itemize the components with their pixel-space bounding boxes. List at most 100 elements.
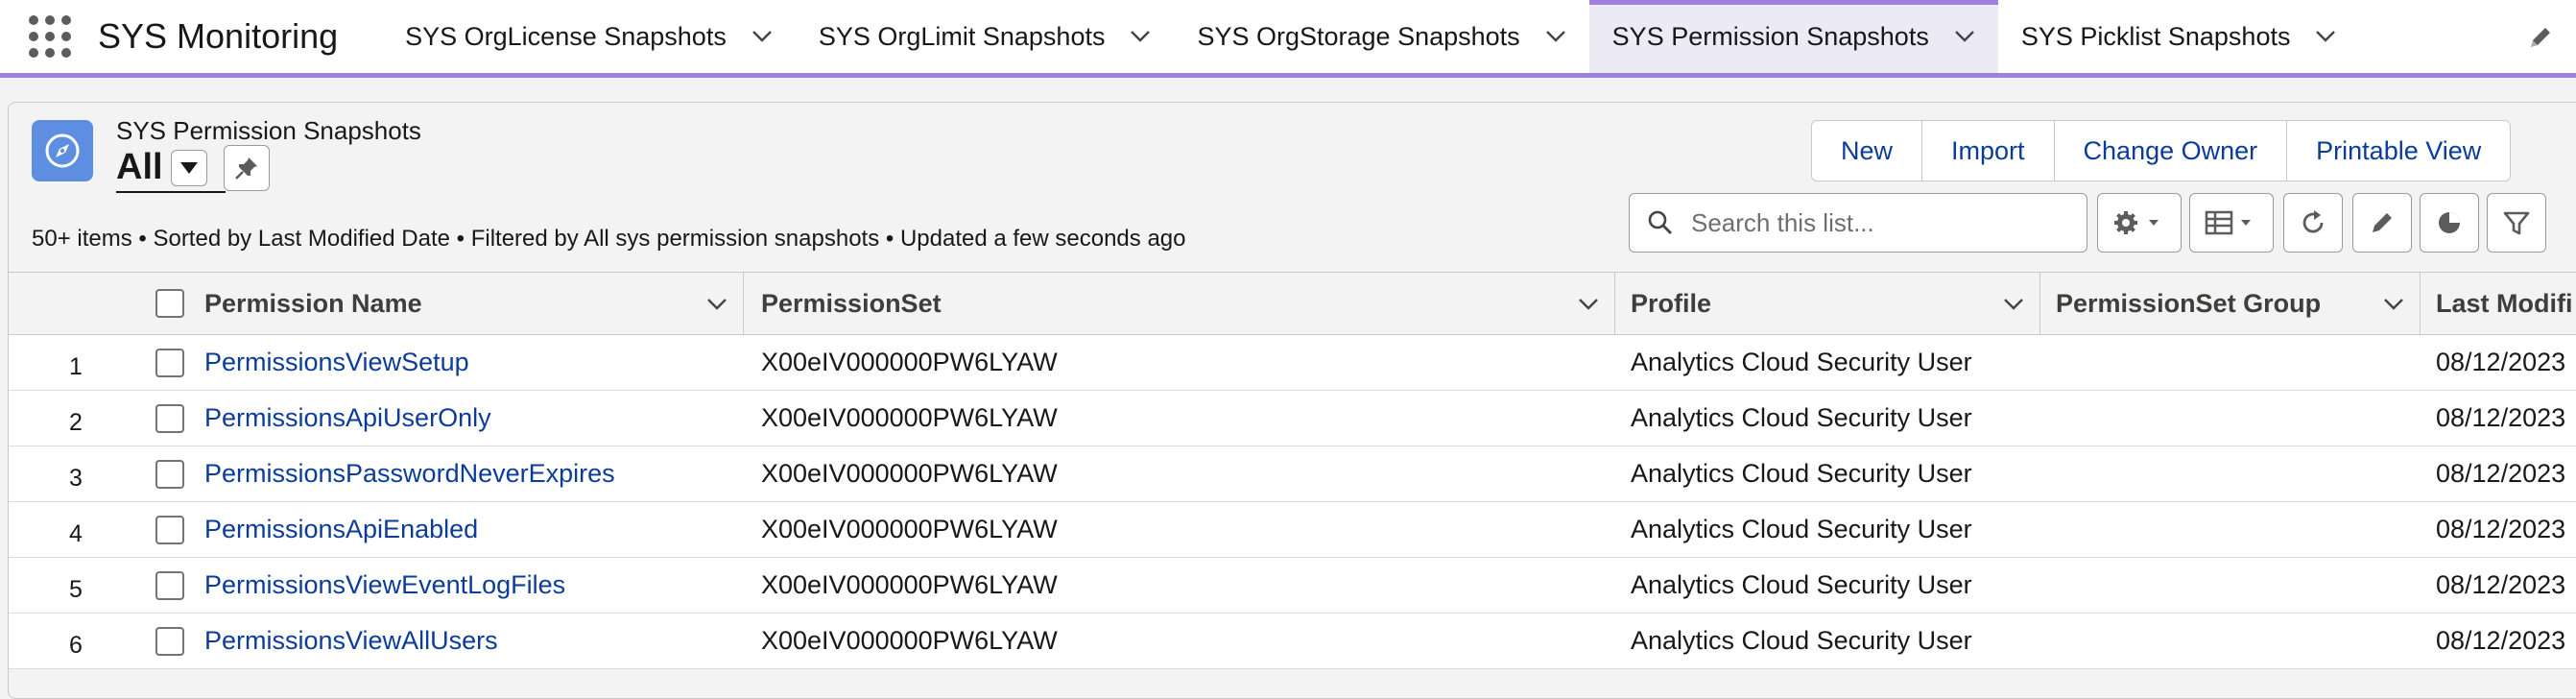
list-view-card: SYS Permission Snapshots All New Import …	[8, 102, 2576, 699]
import-button[interactable]: Import	[1921, 121, 2054, 181]
table-row[interactable]: 4 PermissionsApiEnabled X00eIV000000PW6L…	[9, 502, 2576, 558]
chevron-down-icon[interactable]	[1576, 292, 1601, 317]
records-table: Permission Name PermissionSet Profile Pe…	[9, 272, 2576, 669]
tab-orglicense-snapshots[interactable]: SYS OrgLicense Snapshots	[382, 0, 796, 73]
chevron-down-icon[interactable]	[2381, 292, 2406, 317]
row-checkbox[interactable]	[155, 570, 184, 600]
view-name-underline	[116, 191, 226, 193]
chevron-down-icon[interactable]	[1952, 24, 1977, 49]
permissionset-group-cell	[2040, 335, 2421, 390]
record-link[interactable]: PermissionsPasswordNeverExpires	[204, 459, 615, 489]
search-input[interactable]	[1689, 206, 2077, 239]
row-number: 6	[69, 632, 83, 659]
record-link[interactable]: PermissionsApiUserOnly	[204, 403, 491, 433]
permission-name-cell: PermissionsPasswordNeverExpires	[197, 446, 744, 501]
list-view-name[interactable]: All	[116, 147, 163, 188]
tab-label: SYS OrgLimit Snapshots	[818, 21, 1106, 51]
triangle-down-icon	[179, 161, 198, 174]
chevron-down-icon[interactable]	[750, 24, 775, 49]
record-link[interactable]: PermissionsViewSetup	[204, 348, 469, 377]
table-row[interactable]: 5 PermissionsViewEventLogFiles X00eIV000…	[9, 558, 2576, 614]
last-modified-cell: 08/12/2023	[2436, 348, 2566, 376]
column-header-last-modified[interactable]: Last Modifi	[2421, 273, 2576, 334]
charts-button[interactable]	[2420, 193, 2479, 253]
profile-cell: Analytics Cloud Security User	[1631, 459, 1972, 488]
list-view-selector[interactable]: All	[116, 147, 207, 188]
chevron-down-icon[interactable]	[1128, 24, 1153, 49]
row-select-cell	[143, 502, 197, 557]
row-checkbox[interactable]	[155, 515, 184, 544]
chevron-down-icon[interactable]	[1543, 24, 1568, 49]
tab-orglimit-snapshots[interactable]: SYS OrgLimit Snapshots	[796, 0, 1175, 73]
new-button[interactable]: New	[1812, 121, 1921, 181]
table-row[interactable]: 1 PermissionsViewSetup X00eIV000000PW6LY…	[9, 335, 2576, 391]
printable-view-button[interactable]: Printable View	[2286, 121, 2510, 181]
list-settings-button[interactable]	[2097, 193, 2182, 253]
permissionset-cell: X00eIV000000PW6LYAW	[761, 348, 1058, 376]
edit-nav-icon[interactable]	[2524, 21, 2557, 54]
tab-permission-snapshots[interactable]: SYS Permission Snapshots	[1588, 0, 1999, 73]
tab-label: SYS Permission Snapshots	[1611, 21, 1929, 51]
last-modified-cell: 08/12/2023	[2436, 626, 2566, 655]
pencil-icon	[2373, 213, 2392, 232]
row-checkbox[interactable]	[155, 403, 184, 433]
profile-cell: Analytics Cloud Security User	[1631, 626, 1972, 655]
column-header-permissionset-group[interactable]: PermissionSet Group	[2040, 273, 2421, 334]
permissionset-cell: X00eIV000000PW6LYAW	[761, 459, 1058, 488]
table-header: Permission Name PermissionSet Profile Pe…	[9, 273, 2576, 335]
list-view-dropdown-button[interactable]	[170, 149, 207, 186]
last-modified-cell: 08/12/2023	[2436, 459, 2566, 488]
record-link[interactable]: PermissionsViewAllUsers	[204, 626, 498, 656]
profile-cell: Analytics Cloud Security User	[1631, 515, 1972, 543]
app-name: SYS Monitoring	[98, 16, 339, 56]
row-number-header	[9, 273, 143, 334]
row-checkbox[interactable]	[155, 348, 184, 377]
tab-orgstorage-snapshots[interactable]: SYS OrgStorage Snapshots	[1174, 0, 1588, 73]
last-modified-cell: 08/12/2023	[2436, 515, 2566, 543]
profile-cell: Analytics Cloud Security User	[1631, 403, 1972, 432]
chart-icon	[2439, 212, 2460, 233]
row-checkbox[interactable]	[155, 626, 184, 656]
row-number: 5	[69, 576, 83, 603]
tab-label: SYS OrgStorage Snapshots	[1197, 21, 1520, 51]
select-all-checkbox[interactable]	[155, 289, 184, 318]
column-header-permission-name[interactable]: Permission Name	[197, 273, 744, 334]
chevron-down-icon[interactable]	[704, 292, 729, 317]
permissionset-group-cell	[2040, 446, 2421, 501]
row-select-cell	[143, 558, 197, 613]
column-label: Permission Name	[204, 288, 422, 318]
permission-name-cell: PermissionsApiUserOnly	[197, 391, 744, 446]
row-select-cell	[143, 335, 197, 390]
filters-button[interactable]	[2487, 193, 2546, 253]
gear-icon	[2114, 211, 2159, 234]
permissionset-cell: X00eIV000000PW6LYAW	[761, 626, 1058, 655]
refresh-button[interactable]	[2283, 193, 2343, 253]
row-select-cell	[143, 446, 197, 501]
record-link[interactable]: PermissionsViewEventLogFiles	[204, 570, 565, 600]
column-header-profile[interactable]: Profile	[1615, 273, 2040, 334]
record-link[interactable]: PermissionsApiEnabled	[204, 515, 478, 544]
last-modified-cell: 08/12/2023	[2436, 403, 2566, 432]
profile-cell: Analytics Cloud Security User	[1631, 570, 1972, 599]
column-label: PermissionSet	[761, 288, 942, 318]
display-as-table-button[interactable]	[2189, 193, 2274, 253]
change-owner-button[interactable]: Change Owner	[2053, 121, 2287, 181]
chevron-down-icon[interactable]	[2001, 292, 2026, 317]
inline-edit-button[interactable]	[2352, 193, 2412, 253]
object-label: SYS Permission Snapshots	[116, 116, 421, 145]
table-row[interactable]: 3 PermissionsPasswordNeverExpires X00eIV…	[9, 446, 2576, 502]
app-launcher-icon[interactable]	[29, 15, 71, 58]
pin-list-view-button[interactable]	[224, 145, 270, 191]
chevron-down-icon[interactable]	[2313, 24, 2338, 49]
column-header-permissionset[interactable]: PermissionSet	[744, 273, 1615, 334]
table-row[interactable]: 6 PermissionsViewAllUsers X00eIV000000PW…	[9, 614, 2576, 669]
row-select-cell	[143, 614, 197, 668]
table-row[interactable]: 2 PermissionsApiUserOnly X00eIV000000PW6…	[9, 391, 2576, 446]
permissionset-group-cell	[2040, 558, 2421, 613]
list-actions: New Import Change Owner Printable View	[1811, 120, 2512, 181]
filter-icon	[2503, 211, 2530, 235]
row-number: 3	[69, 465, 83, 492]
tab-picklist-snapshots[interactable]: SYS Picklist Snapshots	[1998, 0, 2360, 73]
row-checkbox[interactable]	[155, 459, 184, 489]
column-label: Last Modifi	[2436, 288, 2573, 318]
